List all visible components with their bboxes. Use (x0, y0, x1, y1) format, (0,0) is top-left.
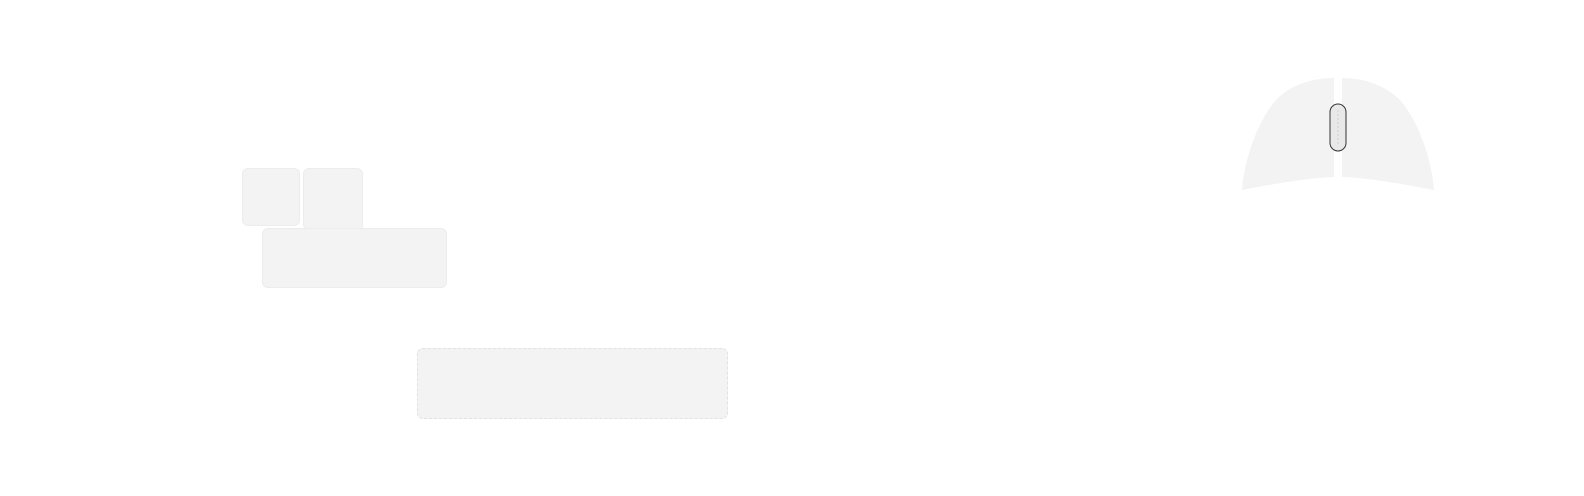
mouse-icon (1242, 78, 1434, 190)
key-wide-lower[interactable] (262, 228, 447, 288)
mouse-right-button[interactable] (1342, 78, 1434, 190)
key-top-right[interactable] (303, 168, 363, 230)
input-device-diagram (0, 0, 1584, 496)
key-top-left[interactable] (242, 168, 300, 226)
key-spacebar[interactable] (417, 348, 728, 419)
mouse-left-button[interactable] (1242, 78, 1334, 190)
